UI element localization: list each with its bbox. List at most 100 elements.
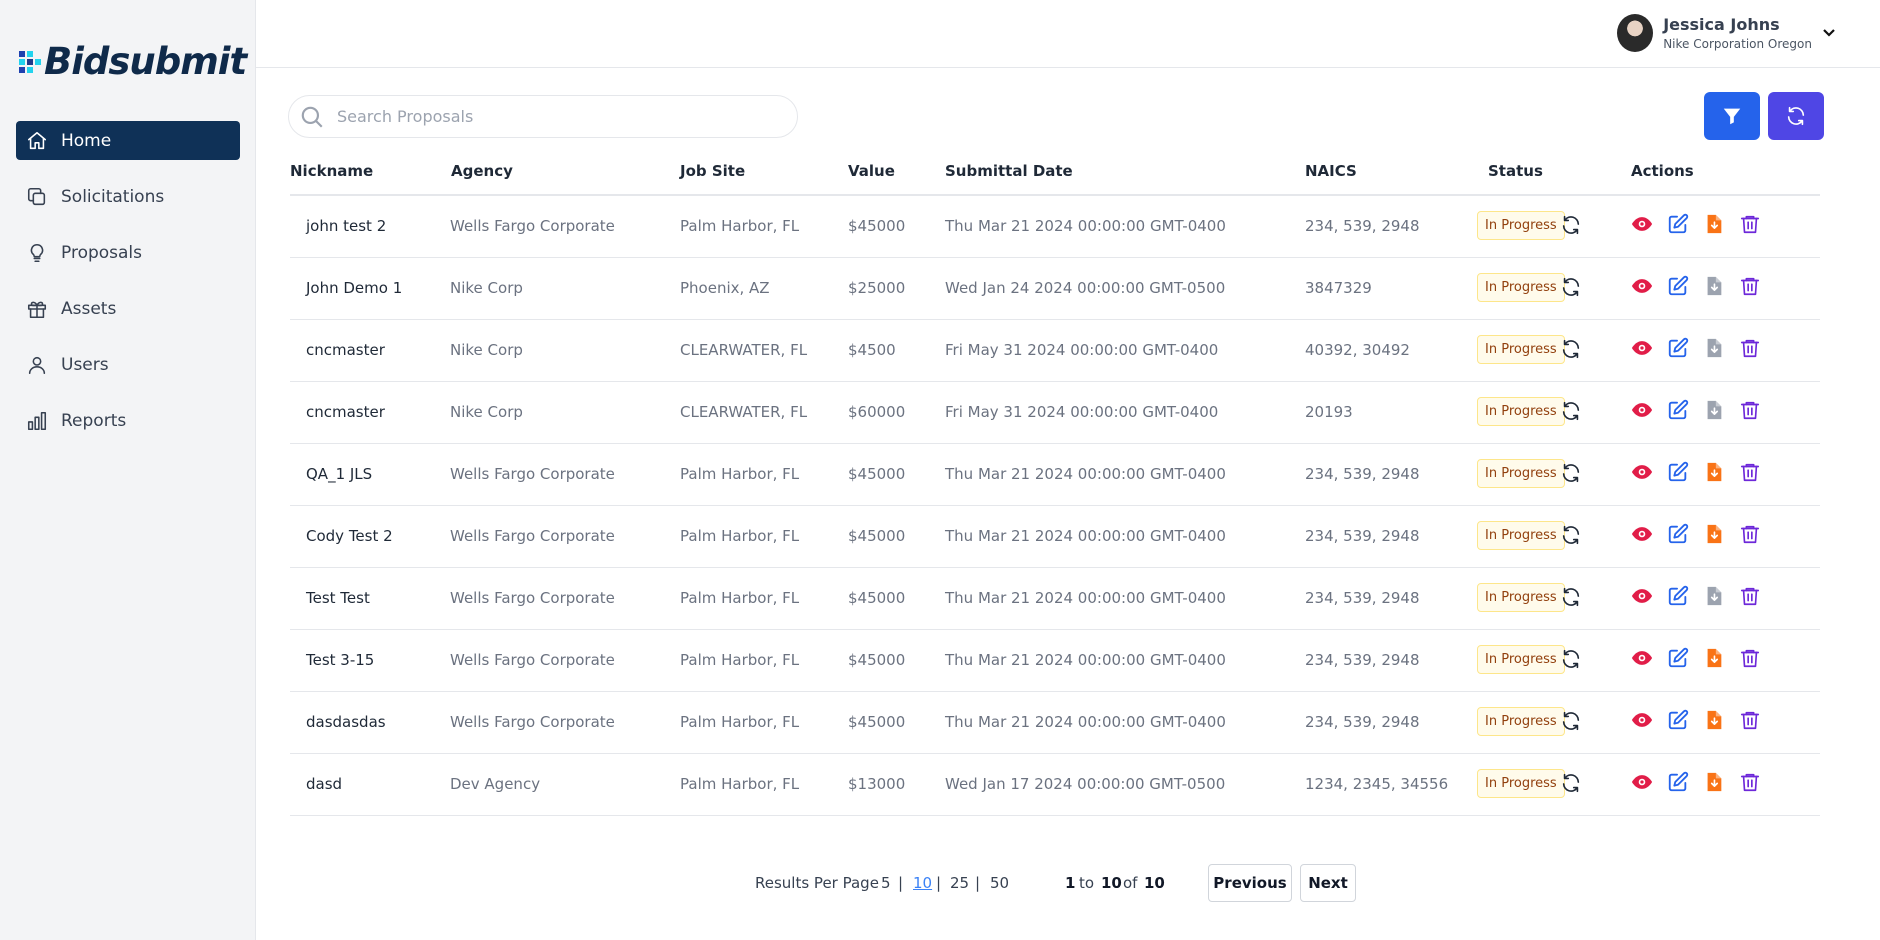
agency-cell: Nike Corp [450,279,523,297]
page-size-10[interactable]: 10 [913,874,932,892]
download-icon[interactable] [1703,771,1725,793]
col-status[interactable]: Status [1488,162,1543,180]
status-badge: In Progress [1477,521,1565,550]
status-refresh-icon[interactable] [1560,648,1582,670]
nickname-cell: dasdasdas [306,713,386,731]
trash-icon[interactable] [1739,585,1761,607]
trash-icon[interactable] [1739,461,1761,483]
col-submittal-date[interactable]: Submittal Date [945,162,1073,180]
refresh-button[interactable] [1768,92,1824,140]
col-value[interactable]: Value [848,162,895,180]
view-icon[interactable] [1631,337,1653,359]
brand-logo[interactable]: Bidsubmit [18,40,247,83]
job-site-cell: Palm Harbor, FL [680,713,800,731]
sidebar-item-users[interactable]: Users [16,345,240,384]
sidebar-item-solicitations[interactable]: Solicitations [16,177,240,216]
edit-icon[interactable] [1667,647,1689,669]
trash-icon[interactable] [1739,523,1761,545]
value-cell: $45000 [848,589,906,607]
col-nickname[interactable]: Nickname [290,162,373,180]
edit-icon[interactable] [1667,771,1689,793]
table-row[interactable]: dasd Dev Agency Palm Harbor, FL $13000 Wed J… [290,754,1820,816]
submittal-date-cell: Thu Mar 21 2024 00:00:00 GMT-0400 [945,713,1226,731]
view-icon[interactable] [1631,275,1653,297]
search-input[interactable] [337,107,757,126]
view-icon[interactable] [1631,585,1653,607]
status-refresh-icon[interactable] [1560,276,1582,298]
status-refresh-icon[interactable] [1560,214,1582,236]
table-row[interactable]: Test 3-15 Wells Fargo Corporate Palm Harbo… [290,630,1820,692]
status-refresh-icon[interactable] [1560,338,1582,360]
download-icon[interactable] [1703,709,1725,731]
download-icon[interactable] [1703,647,1725,669]
trash-icon[interactable] [1739,647,1761,669]
table-row[interactable]: dasdasdas Wells Fargo Corporate Palm Harbo… [290,692,1820,754]
trash-icon[interactable] [1739,399,1761,421]
edit-icon[interactable] [1667,709,1689,731]
search-box [288,95,798,138]
next-button[interactable]: Next [1300,864,1356,902]
status-badge: In Progress [1477,397,1565,426]
download-icon[interactable] [1703,461,1725,483]
view-icon[interactable] [1631,709,1653,731]
status-refresh-icon[interactable] [1560,462,1582,484]
table-row[interactable]: Cody Test 2 Wells Fargo Corporate Palm Har… [290,506,1820,568]
user-menu[interactable]: Jessica Johns Nike Corporation Oregon [1617,14,1835,52]
status-refresh-icon[interactable] [1560,400,1582,422]
view-icon[interactable] [1631,523,1653,545]
trash-icon[interactable] [1739,213,1761,235]
trash-icon[interactable] [1739,337,1761,359]
edit-icon[interactable] [1667,399,1689,421]
value-cell: $4500 [848,341,896,359]
edit-icon[interactable] [1667,585,1689,607]
col-agency[interactable]: Agency [451,162,513,180]
table-row[interactable]: Test Test Wells Fargo Corporate Palm Harbo… [290,568,1820,630]
trash-icon[interactable] [1739,771,1761,793]
view-icon[interactable] [1631,213,1653,235]
proposals-table: Nickname Agency Job Site Value Submittal… [290,160,1820,816]
edit-icon[interactable] [1667,275,1689,297]
edit-icon[interactable] [1667,461,1689,483]
agency-cell: Wells Fargo Corporate [450,527,615,545]
job-site-cell: Palm Harbor, FL [680,651,800,669]
value-cell: $13000 [848,775,906,793]
table-row[interactable]: John Demo 1 Nike Corp Phoenix, AZ $25000 Wed… [290,258,1820,320]
view-icon[interactable] [1631,647,1653,669]
chevron-down-icon[interactable] [1822,24,1836,38]
view-icon[interactable] [1631,771,1653,793]
status-refresh-icon[interactable] [1560,586,1582,608]
sidebar-item-reports[interactable]: Reports [16,401,240,440]
sidebar-item-label: Proposals [61,242,143,263]
edit-icon[interactable] [1667,213,1689,235]
edit-icon[interactable] [1667,337,1689,359]
table-row[interactable]: cncmaster Nike Corp CLEARWATER, FL $4500 Fri… [290,320,1820,382]
sidebar-item-home[interactable]: Home [16,121,240,160]
status-refresh-icon[interactable] [1560,772,1582,794]
page-size-5[interactable]: 5 [881,874,891,892]
col-job-site[interactable]: Job Site [680,162,745,180]
previous-button[interactable]: Previous [1208,864,1292,902]
value-cell: $45000 [848,713,906,731]
table-row[interactable]: john test 2 Wells Fargo Corporate Palm Har… [290,196,1820,258]
page-size-25[interactable]: 25 [950,874,969,892]
sidebar-item-proposals[interactable]: Proposals [16,233,240,272]
sidebar-item-label: Home [61,130,112,151]
table-row[interactable]: QA_1 JLS Wells Fargo Corporate Palm Harbor… [290,444,1820,506]
status-refresh-icon[interactable] [1560,710,1582,732]
trash-icon[interactable] [1739,275,1761,297]
view-icon[interactable] [1631,461,1653,483]
trash-icon[interactable] [1739,709,1761,731]
download-icon[interactable] [1703,523,1725,545]
col-naics[interactable]: NAICS [1305,162,1357,180]
job-site-cell: Phoenix, AZ [680,279,770,297]
edit-icon[interactable] [1667,523,1689,545]
status-refresh-icon[interactable] [1560,524,1582,546]
view-icon[interactable] [1631,399,1653,421]
sidebar-item-assets[interactable]: Assets [16,289,240,328]
download-icon[interactable] [1703,213,1725,235]
sidebar: Bidsubmit Home Solicitations Proposals Asse… [0,0,256,940]
page-size-50[interactable]: 50 [990,874,1009,892]
avatar[interactable] [1617,14,1654,52]
table-row[interactable]: cncmaster Nike Corp CLEARWATER, FL $60000 Fr… [290,382,1820,444]
filter-button[interactable] [1704,92,1760,140]
